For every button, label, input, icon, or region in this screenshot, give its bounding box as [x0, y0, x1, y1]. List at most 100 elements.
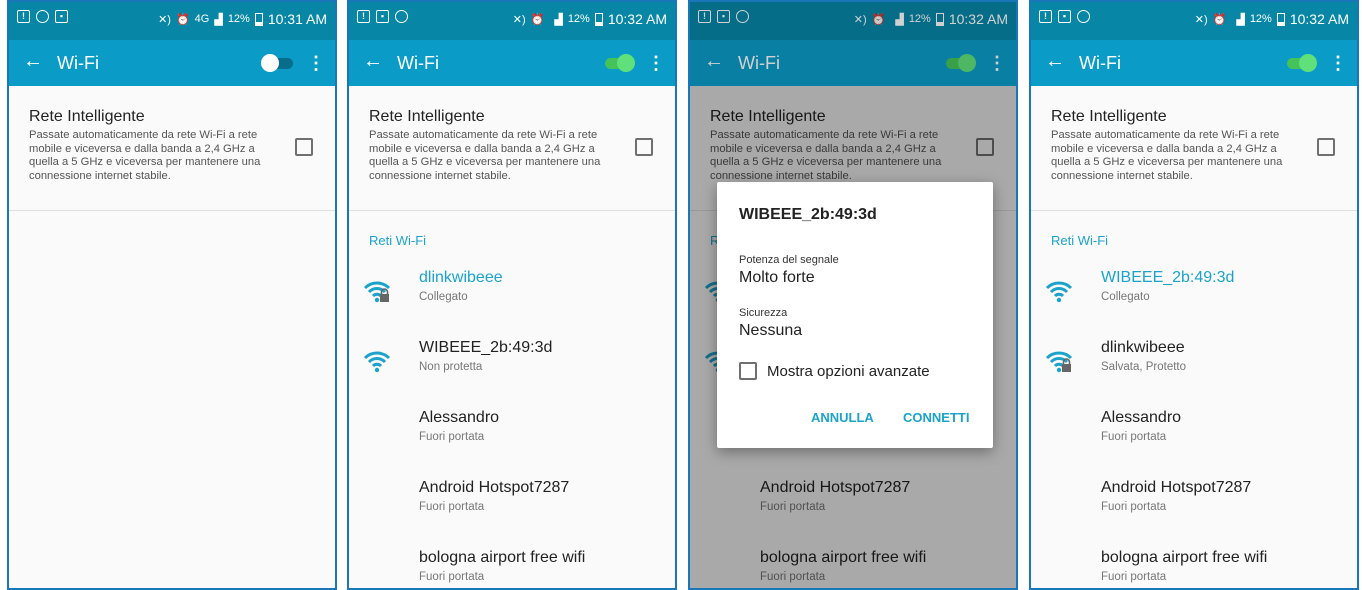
page-title: Wi-Fi: [397, 53, 439, 73]
network-status: Fuori portata: [419, 501, 485, 513]
section-header-wifi-networks: Reti Wi-Fi: [1051, 233, 1109, 248]
app-bar: ← Wi-Fi ⋮: [9, 40, 335, 86]
network-name: Android Hotspot7287: [1101, 479, 1252, 496]
mute-icon: ✕): [512, 13, 526, 26]
more-options-icon[interactable]: ⋮: [647, 53, 665, 74]
page-title: Wi-Fi: [57, 53, 99, 73]
screen-wifi-connect-dialog: ! ▪ ✕) ⏰ ▟ 12% 10:32 AM ← Wi-Fi ⋮ Rete Intelligent…: [688, 0, 1018, 590]
wifi-network-item[interactable]: Alessandro Fuori portata: [1031, 409, 1357, 479]
mute-icon: ✕): [1194, 13, 1208, 26]
smart-network-description: Passate automaticamente da rete Wi-Fi a …: [29, 129, 261, 182]
network-status: Fuori portata: [1101, 571, 1167, 583]
advanced-options-checkbox[interactable]: [739, 362, 757, 380]
network-name: dlinkwibeee: [1101, 339, 1185, 356]
gallery-icon: ▪: [55, 10, 68, 23]
network-status: Fuori portata: [1101, 501, 1167, 513]
network-name: bologna airport free wifi: [1101, 549, 1268, 566]
network-status: Collegato: [419, 291, 468, 303]
smart-network-title: Rete Intelligente: [369, 108, 485, 125]
screen-wifi-off: ! ▪ ✕) ⏰ 4G ▟ 12% 10:31 AM ← Wi-Fi ⋮ Rete Intellige…: [7, 0, 337, 590]
notification-icon: !: [17, 10, 30, 23]
wifi-lock-icon: [1045, 347, 1073, 375]
clock: 10:31 AM: [267, 11, 327, 27]
wifi-network-item[interactable]: dlinkwibeee Salvata, Protetto: [1031, 339, 1357, 409]
smart-network-checkbox[interactable]: [635, 138, 653, 156]
network-name: bologna airport free wifi: [419, 549, 586, 566]
wifi-toggle-switch[interactable]: [1283, 54, 1317, 72]
wifi-lock-icon: [363, 277, 391, 305]
smart-network-setting[interactable]: Rete Intelligente Passate automaticamente…: [1031, 86, 1357, 211]
smart-network-checkbox[interactable]: [1317, 138, 1335, 156]
wifi-network-item[interactable]: WIBEEE_2b:49:3d Non protetta: [349, 339, 675, 409]
smart-network-title: Rete Intelligente: [29, 108, 145, 125]
cancel-button[interactable]: ANNULLA: [811, 410, 874, 425]
network-name: dlinkwibeee: [419, 269, 503, 286]
network-status: Fuori portata: [419, 431, 485, 443]
mute-icon: ✕): [158, 13, 171, 26]
status-bar: ! ▪ ✕) ⏰ 4G ▟ 12% 10:31 AM: [9, 2, 335, 40]
notification-icon: !: [357, 10, 370, 23]
more-options-icon[interactable]: ⋮: [307, 53, 325, 74]
gallery-icon: ▪: [376, 10, 389, 23]
battery-icon: [254, 12, 263, 26]
settings-content: Rete Intelligente Passate automaticamente…: [349, 86, 675, 588]
network-name: Android Hotspot7287: [419, 479, 570, 496]
connect-dialog: WIBEEE_2b:49:3d Potenza del segnale Molto …: [717, 182, 993, 448]
network-name: WIBEEE_2b:49:3d: [1101, 269, 1235, 286]
battery-icon: [1276, 12, 1285, 26]
signal-icon: ▟: [1236, 13, 1245, 26]
wifi-network-item[interactable]: WIBEEE_2b:49:3d Collegato: [1031, 269, 1357, 339]
settings-content: Rete Intelligente Passate automaticamente…: [9, 86, 335, 211]
page-title: Wi-Fi: [1079, 53, 1121, 73]
wifi-toggle-switch[interactable]: [261, 54, 295, 72]
smart-network-setting[interactable]: Rete Intelligente Passate automaticamente…: [349, 86, 675, 211]
wifi-network-item[interactable]: Android Hotspot7287 Fuori portata: [1031, 479, 1357, 549]
whatsapp-icon: [36, 10, 49, 23]
network-name: WIBEEE_2b:49:3d: [419, 339, 553, 356]
alarm-icon: ⏰: [530, 13, 545, 26]
clock: 10:32 AM: [607, 11, 667, 27]
wifi-network-item[interactable]: dlinkwibeee Collegato: [349, 269, 675, 339]
network-status: Collegato: [1101, 291, 1150, 303]
network-name: Alessandro: [1101, 409, 1182, 426]
smart-network-checkbox[interactable]: [295, 138, 313, 156]
security-value: Nessuna: [739, 322, 803, 339]
wifi-toggle-switch[interactable]: [601, 54, 635, 72]
wifi-network-item[interactable]: Alessandro Fuori portata: [349, 409, 675, 479]
whatsapp-icon: [395, 10, 408, 23]
network-type: 4G: [194, 13, 210, 25]
smart-network-description: Passate automaticamente da rete Wi-Fi a …: [369, 129, 601, 182]
clock: 10:32 AM: [1289, 11, 1349, 27]
status-bar: ! ▪ ✕) ⏰ ▟ 12% 10:32 AM: [1031, 2, 1357, 40]
scrim-top: [690, 2, 1016, 86]
back-arrow-icon[interactable]: ←: [1045, 50, 1065, 73]
signal-strength-label: Potenza del segnale: [739, 254, 839, 266]
network-status: Non protetta: [419, 361, 483, 373]
connect-button[interactable]: CONNETTI: [903, 410, 969, 425]
network-status: Salvata, Protetto: [1101, 361, 1187, 373]
smart-network-description: Passate automaticamente da rete Wi-Fi a …: [1051, 129, 1283, 182]
dialog-title: WIBEEE_2b:49:3d: [739, 206, 877, 223]
battery-percent: 12%: [567, 13, 590, 25]
app-bar: ← Wi-Fi ⋮: [1031, 40, 1357, 86]
wifi-network-item[interactable]: bologna airport free wifi Fuori portata: [349, 549, 675, 588]
battery-icon: [594, 12, 603, 26]
signal-strength-value: Molto forte: [739, 269, 815, 286]
network-name: Alessandro: [419, 409, 500, 426]
signal-icon: ▟: [554, 13, 563, 26]
gallery-icon: ▪: [1058, 10, 1071, 23]
battery-percent: 12%: [1249, 13, 1272, 25]
smart-network-setting[interactable]: Rete Intelligente Passate automaticamente…: [9, 86, 335, 211]
back-arrow-icon[interactable]: ←: [23, 50, 43, 73]
more-options-icon[interactable]: ⋮: [1329, 53, 1347, 74]
advanced-options-label[interactable]: Mostra opzioni avanzate: [767, 363, 930, 380]
settings-content: Rete Intelligente Passate automaticamente…: [1031, 86, 1357, 588]
network-status: Fuori portata: [1101, 431, 1167, 443]
app-bar: ← Wi-Fi ⋮: [349, 40, 675, 86]
wifi-network-item[interactable]: Android Hotspot7287 Fuori portata: [349, 479, 675, 549]
section-header-wifi-networks: Reti Wi-Fi: [369, 233, 427, 248]
wifi-network-item[interactable]: bologna airport free wifi Fuori portata: [1031, 549, 1357, 588]
wifi-icon: [1045, 277, 1073, 305]
battery-percent: 12%: [227, 13, 250, 25]
back-arrow-icon[interactable]: ←: [363, 50, 383, 73]
